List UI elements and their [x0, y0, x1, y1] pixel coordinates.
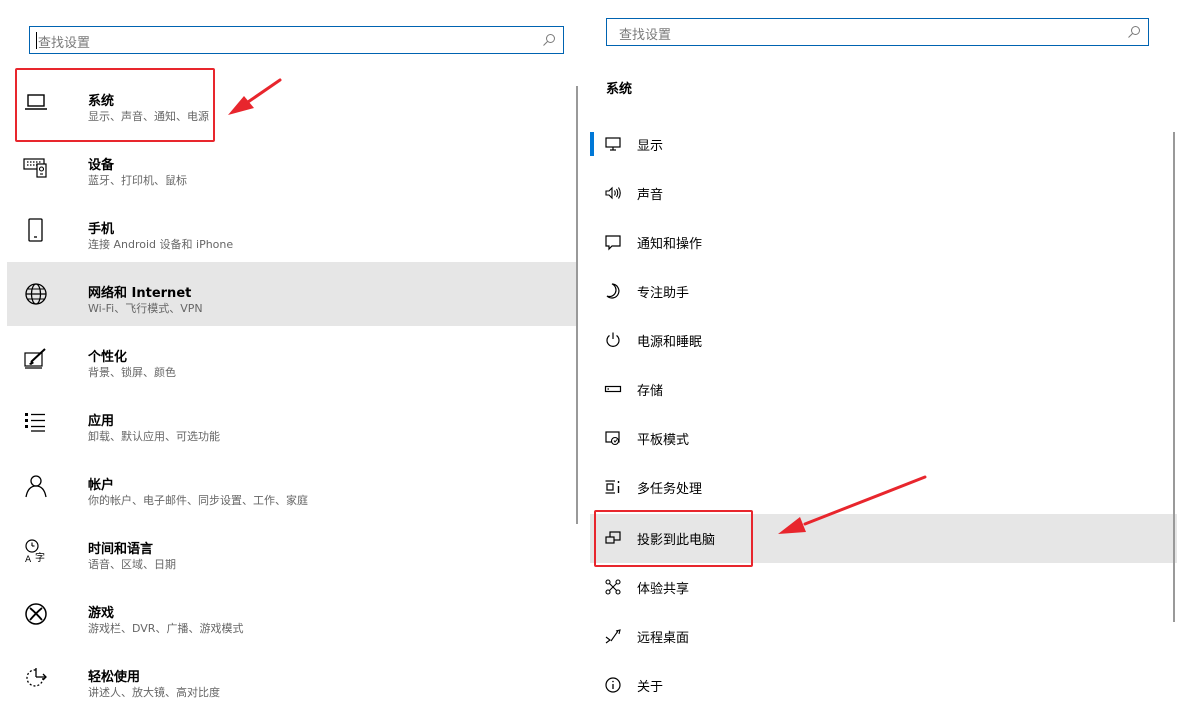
nav-label: 远程桌面	[637, 631, 690, 646]
highlight-box-project	[594, 510, 753, 567]
category-desc: 游戏栏、DVR、广播、游戏模式	[88, 622, 244, 635]
category-desc: 卸载、默认应用、可选功能	[88, 430, 220, 443]
nav-label: 体验共享	[637, 582, 690, 597]
category-devices[interactable]: 设备 蓝牙、打印机、鼠标	[7, 134, 577, 198]
nav-label: 电源和睡眠	[637, 335, 703, 350]
category-network[interactable]: 网络和 Internet Wi-Fi、飞行模式、VPN	[7, 262, 577, 326]
power-icon	[606, 332, 620, 347]
svg-text:A: A	[25, 555, 32, 563]
ease-of-access-icon	[26, 668, 47, 687]
nav-label: 专注助手	[637, 286, 690, 301]
category-gaming[interactable]: 游戏 游戏栏、DVR、广播、游戏模式	[7, 582, 577, 646]
scrollbar[interactable]	[576, 86, 578, 524]
category-title: 帐户	[88, 478, 115, 493]
nav-label: 平板模式	[637, 433, 690, 448]
person-icon	[25, 475, 47, 498]
category-personalization[interactable]: 个性化 背景、锁屏、颜色	[7, 326, 577, 390]
nav-item-focus-assist[interactable]: 专注助手	[590, 267, 1177, 316]
nav-item-remote-desktop[interactable]: 远程桌面	[590, 612, 1177, 661]
search-input[interactable]: 查找设置	[606, 18, 1149, 46]
search-icon[interactable]	[1126, 24, 1142, 40]
category-apps[interactable]: 应用 卸载、默认应用、可选功能	[7, 390, 577, 454]
system-settings-panel: 查找设置 系统 显示 声音 通知和操作 专注助手 电源和睡眠 存储 平板模式 多…	[590, 0, 1177, 710]
nav-item-sound[interactable]: 声音	[590, 169, 1177, 218]
monitor-icon	[605, 137, 621, 151]
category-time-language[interactable]: A 字 时间和语言 语音、区域、日期	[7, 518, 577, 582]
category-desc: 语音、区域、日期	[88, 558, 176, 571]
category-title: 应用	[88, 414, 115, 429]
search-placeholder: 查找设置	[38, 36, 91, 51]
nav-item-storage[interactable]: 存储	[590, 365, 1177, 414]
settings-screenshot: 查找设置 系统 显示、声音、通知、电源 设备 蓝牙、打印机、鼠标 手机 连接 A…	[0, 0, 1177, 710]
scrollbar[interactable]	[1173, 132, 1175, 622]
phone-icon	[28, 218, 43, 242]
nav-item-tablet-mode[interactable]: 平板模式	[590, 414, 1177, 463]
category-title: 网络和 Internet	[88, 286, 192, 301]
nav-label: 显示	[637, 139, 664, 154]
multitask-icon	[605, 480, 620, 494]
search-input[interactable]: 查找设置	[29, 26, 564, 54]
category-title: 轻松使用	[88, 670, 141, 685]
moon-icon	[606, 283, 620, 299]
brush-icon	[24, 348, 46, 369]
apps-list-icon	[25, 413, 45, 432]
share-icon	[605, 579, 621, 595]
nav-label: 关于	[637, 680, 664, 695]
tablet-mode-icon	[605, 431, 620, 446]
category-desc: 讲述人、放大镜、高对比度	[88, 686, 220, 699]
search-placeholder: 查找设置	[619, 28, 672, 43]
nav-label: 声音	[637, 188, 664, 203]
category-title: 设备	[88, 158, 115, 173]
nav-item-power-sleep[interactable]: 电源和睡眠	[590, 316, 1177, 365]
xbox-icon	[25, 603, 47, 625]
nav-label: 通知和操作	[637, 237, 703, 252]
category-desc: 背景、锁屏、颜色	[88, 366, 176, 379]
section-title: 系统	[606, 82, 633, 97]
notification-icon	[605, 235, 621, 251]
category-title: 手机	[88, 222, 115, 237]
info-icon	[605, 677, 621, 693]
category-title: 个性化	[88, 350, 128, 365]
nav-item-shared-experiences[interactable]: 体验共享	[590, 563, 1177, 612]
category-phone[interactable]: 手机 连接 Android 设备和 iPhone	[7, 198, 577, 262]
nav-label: 多任务处理	[637, 482, 703, 497]
storage-icon	[604, 385, 622, 393]
category-title: 时间和语言	[88, 542, 154, 557]
nav-label: 存储	[637, 384, 664, 399]
time-language-icon: A 字	[25, 539, 45, 563]
category-desc: 蓝牙、打印机、鼠标	[88, 174, 187, 187]
svg-text:字: 字	[35, 551, 45, 563]
category-ease-of-access[interactable]: 轻松使用 讲述人、放大镜、高对比度	[7, 646, 577, 710]
speaker-icon	[605, 186, 621, 200]
nav-item-display[interactable]: 显示	[590, 120, 1177, 169]
nav-item-multitasking[interactable]: 多任务处理	[590, 463, 1177, 512]
nav-item-notifications[interactable]: 通知和操作	[590, 218, 1177, 267]
keyboard-icon	[23, 158, 47, 178]
category-title: 游戏	[88, 606, 115, 621]
category-accounts[interactable]: 帐户 你的帐户、电子邮件、同步设置、工作、家庭	[7, 454, 577, 518]
category-desc: 你的帐户、电子邮件、同步设置、工作、家庭	[88, 494, 308, 507]
remote-desktop-icon	[605, 629, 621, 644]
nav-item-about[interactable]: 关于	[590, 661, 1177, 710]
text-caret	[36, 32, 37, 49]
globe-icon	[25, 283, 47, 305]
category-desc: 连接 Android 设备和 iPhone	[88, 238, 234, 251]
highlight-box-system	[15, 68, 215, 142]
search-icon[interactable]	[541, 32, 557, 48]
selection-indicator	[590, 132, 594, 156]
category-desc: Wi-Fi、飞行模式、VPN	[88, 302, 203, 315]
